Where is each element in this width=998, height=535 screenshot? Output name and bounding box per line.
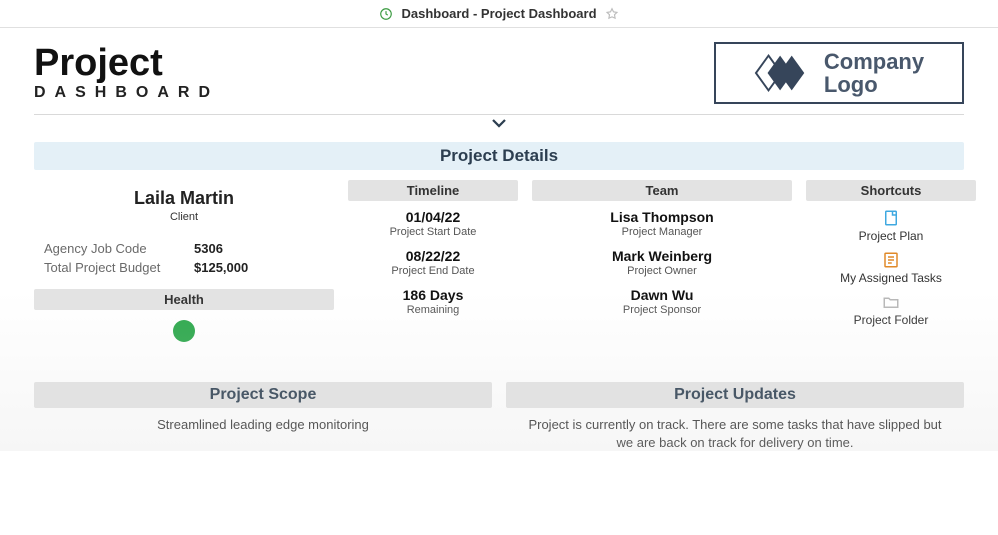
shortcut-project-folder[interactable]: Project Folder — [806, 293, 976, 327]
budget-label: Total Project Budget — [44, 260, 194, 275]
remaining-label: Remaining — [348, 304, 518, 316]
clock-icon — [379, 7, 393, 21]
project-scope-section: Project Scope Streamlined leading edge m… — [34, 382, 492, 451]
health-status-indicator — [173, 320, 195, 342]
company-logo-icon — [754, 53, 812, 93]
project-details-banner: Project Details — [34, 142, 964, 170]
folder-icon — [806, 293, 976, 311]
shortcuts-header: Shortcuts — [806, 180, 976, 201]
page-title-block: Project DASHBOARD — [34, 44, 219, 102]
top-bar-title: Dashboard - Project Dashboard — [401, 6, 596, 21]
timeline-end: 08/22/22 Project End Date — [348, 248, 518, 277]
start-date-label: Project Start Date — [348, 226, 518, 238]
end-date-value: 08/22/22 — [348, 248, 518, 264]
company-logo-line2: Logo — [824, 73, 924, 96]
job-code-value: 5306 — [194, 241, 223, 256]
project-updates-body: Project is currently on track. There are… — [506, 408, 964, 451]
timeline-column: Timeline 01/04/22 Project Start Date 08/… — [348, 180, 518, 342]
team-member-role: Project Sponsor — [532, 304, 792, 316]
client-column: Laila Martin Client Agency Job Code 5306… — [34, 180, 334, 342]
timeline-remaining: 186 Days Remaining — [348, 287, 518, 316]
timeline-header: Timeline — [348, 180, 518, 201]
header: Project DASHBOARD Company Logo — [34, 42, 964, 104]
project-updates-header: Project Updates — [506, 382, 964, 408]
team-column: Team Lisa Thompson Project Manager Mark … — [532, 180, 792, 342]
section-divider — [34, 114, 964, 130]
team-member-name: Mark Weinberg — [532, 248, 792, 264]
project-scope-body: Streamlined leading edge monitoring — [34, 408, 492, 434]
bottom-row: Project Scope Streamlined leading edge m… — [34, 382, 964, 451]
checklist-icon — [806, 251, 976, 269]
shortcuts-column: Shortcuts Project Plan My Assigned Tasks — [806, 180, 976, 342]
budget-value: $125,000 — [194, 260, 248, 275]
team-member-role: Project Owner — [532, 265, 792, 277]
details-grid: Laila Martin Client Agency Job Code 5306… — [34, 180, 964, 342]
chevron-down-icon[interactable] — [490, 115, 508, 134]
document-icon — [806, 209, 976, 227]
project-updates-section: Project Updates Project is currently on … — [506, 382, 964, 451]
shortcut-project-plan[interactable]: Project Plan — [806, 209, 976, 243]
shortcut-label: Project Plan — [806, 229, 976, 243]
team-member-name: Dawn Wu — [532, 287, 792, 303]
page-subtitle: DASHBOARD — [34, 84, 219, 102]
project-scope-header: Project Scope — [34, 382, 492, 408]
team-member-role: Project Manager — [532, 226, 792, 238]
top-bar: Dashboard - Project Dashboard — [0, 0, 998, 28]
star-icon[interactable] — [605, 7, 619, 21]
page-title: Project — [34, 44, 219, 84]
team-member: Dawn Wu Project Sponsor — [532, 287, 792, 316]
shortcut-label: Project Folder — [806, 313, 976, 327]
client-fields: Agency Job Code 5306 Total Project Budge… — [34, 241, 334, 275]
team-member: Lisa Thompson Project Manager — [532, 209, 792, 238]
shortcut-my-tasks[interactable]: My Assigned Tasks — [806, 251, 976, 285]
shortcut-label: My Assigned Tasks — [806, 271, 976, 285]
start-date-value: 01/04/22 — [348, 209, 518, 225]
end-date-label: Project End Date — [348, 265, 518, 277]
timeline-start: 01/04/22 Project Start Date — [348, 209, 518, 238]
health-header: Health — [34, 289, 334, 310]
team-member-name: Lisa Thompson — [532, 209, 792, 225]
client-name: Laila Martin — [34, 188, 334, 209]
company-logo: Company Logo — [714, 42, 964, 104]
team-member: Mark Weinberg Project Owner — [532, 248, 792, 277]
company-logo-line1: Company — [824, 50, 924, 73]
client-role: Client — [34, 211, 334, 223]
remaining-value: 186 Days — [348, 287, 518, 303]
team-header: Team — [532, 180, 792, 201]
company-logo-text: Company Logo — [824, 50, 924, 96]
job-code-label: Agency Job Code — [44, 241, 194, 256]
